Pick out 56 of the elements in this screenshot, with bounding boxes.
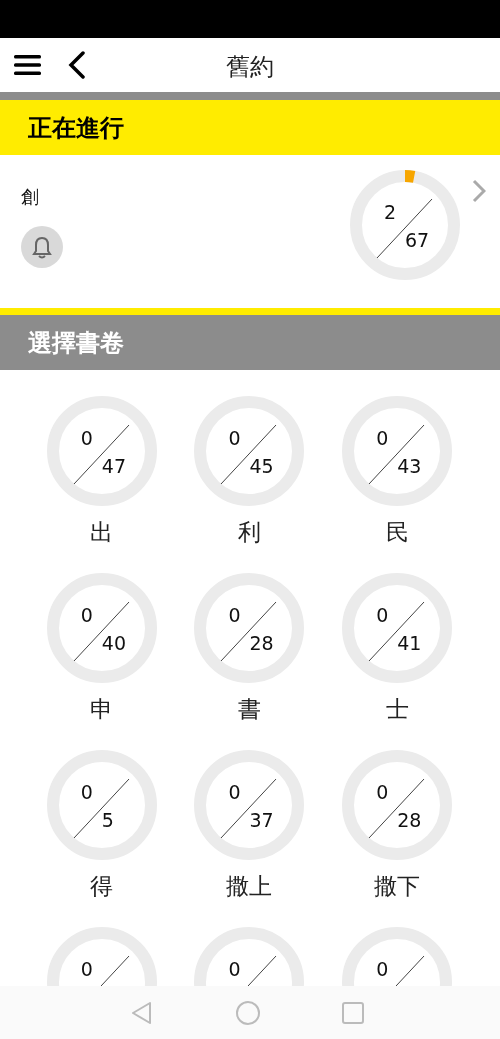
total-count: 5 [101, 809, 114, 831]
book-tile[interactable]: 0 28 撒下 [323, 724, 471, 901]
book-name: 撒上 [226, 872, 273, 900]
book-tile[interactable]: 0 47 出 [28, 370, 176, 547]
book-tile[interactable]: 0 41 士 [323, 547, 471, 724]
section-heading: 選擇書卷 [28, 327, 124, 359]
book-name: 出 [90, 518, 114, 546]
book-name[interactable]: 創 [21, 185, 350, 209]
book-tile[interactable]: 0 43 民 [323, 370, 471, 547]
total-count: 41 [397, 632, 422, 654]
done-count: 0 [228, 781, 241, 803]
total-count: 28 [249, 632, 274, 654]
screen-title: 舊約 [226, 52, 274, 83]
book-tile[interactable]: 0 28 書 [175, 547, 324, 724]
home-icon[interactable] [236, 1000, 260, 1025]
book-name: 得 [90, 872, 114, 900]
book-name: 撒下 [374, 872, 421, 900]
recents-icon[interactable] [342, 1001, 364, 1024]
book-tile[interactable]: 0 [28, 901, 176, 986]
book-name: 書 [238, 695, 261, 723]
book-tile[interactable]: 0 40 申 [28, 547, 176, 724]
book-tile[interactable]: 0 45 利 [175, 370, 324, 547]
done-count: 0 [376, 781, 389, 803]
reminder-button[interactable] [21, 226, 63, 268]
book-name: 申 [90, 695, 114, 723]
progress-fill [404, 170, 416, 183]
total-count: 67 [405, 229, 430, 251]
chevron-right-icon[interactable] [472, 179, 486, 203]
back-icon[interactable] [68, 51, 86, 79]
done-count: 0 [376, 958, 389, 980]
menu-icon[interactable] [14, 54, 42, 76]
done-count: 0 [80, 781, 93, 803]
total-count: 28 [397, 809, 422, 831]
total-count: 43 [397, 455, 422, 477]
total-count: 37 [249, 809, 274, 831]
book-tile[interactable]: 0 [175, 901, 324, 986]
book-tile[interactable]: 0 5 得 [28, 724, 176, 901]
done-count: 0 [80, 604, 93, 626]
book-tile[interactable]: 0 37 撒上 [175, 724, 324, 901]
done-count: 0 [80, 958, 93, 980]
book-name: 利 [238, 518, 261, 546]
done-count: 0 [228, 427, 241, 449]
done-count: 0 [228, 604, 241, 626]
done-count: 2 [384, 201, 397, 223]
total-count: 40 [101, 632, 126, 654]
bell-icon [31, 235, 53, 259]
done-count: 0 [228, 958, 241, 980]
section-heading: 正在進行 [28, 112, 124, 144]
total-count: 45 [249, 455, 274, 477]
book-tile[interactable]: 0 [323, 901, 471, 986]
total-count: 47 [101, 455, 126, 477]
done-count: 0 [376, 427, 389, 449]
done-count: 0 [80, 427, 93, 449]
book-name: 士 [385, 695, 409, 723]
done-count: 0 [376, 604, 389, 626]
book-name: 民 [385, 518, 409, 546]
